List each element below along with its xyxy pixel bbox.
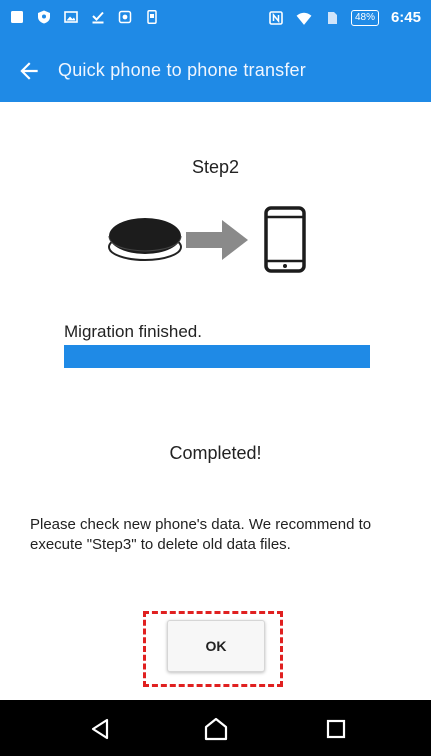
phone-outline-icon [147, 10, 157, 24]
battery-level: 48% [354, 11, 375, 23]
step-label: Step2 [191, 157, 240, 177]
arrow-right-icon [186, 220, 248, 260]
camera-icon [118, 10, 132, 24]
nfc-icon [269, 10, 283, 25]
back-arrow-icon[interactable] [16, 58, 42, 84]
transfer-illustration [108, 206, 306, 273]
download-done-icon [92, 11, 104, 24]
smartphone-icon [264, 206, 306, 273]
status-left-icons [10, 10, 159, 24]
app-bar: Quick phone to phone transfer [0, 42, 431, 102]
home-icon[interactable] [201, 714, 231, 744]
status-time: 6:45 [390, 9, 421, 26]
shield-icon [38, 10, 50, 24]
progress-bar [64, 345, 370, 368]
progress-fill [64, 345, 370, 368]
status-right-icons: 48% 6:45 [269, 9, 421, 26]
image-icon [64, 11, 78, 23]
navigation-bar [0, 700, 431, 756]
status-bar: 48% 6:45 [0, 0, 431, 42]
round-device-icon [108, 218, 182, 261]
ok-button[interactable]: OK [167, 620, 265, 672]
app-title: Quick phone to phone transfer [58, 60, 306, 80]
completed-text: Completed! [169, 443, 262, 463]
instruction-message: Please check new phone's data. We recomm… [30, 516, 372, 553]
recents-square-icon[interactable] [321, 714, 351, 744]
battery-icon: 48% [350, 9, 379, 26]
back-triangle-icon[interactable] [86, 714, 116, 744]
progress-label: Migration finished. [64, 322, 202, 341]
wifi-icon [296, 12, 312, 25]
sim-icon [327, 11, 337, 24]
notification-square-icon [11, 11, 23, 23]
